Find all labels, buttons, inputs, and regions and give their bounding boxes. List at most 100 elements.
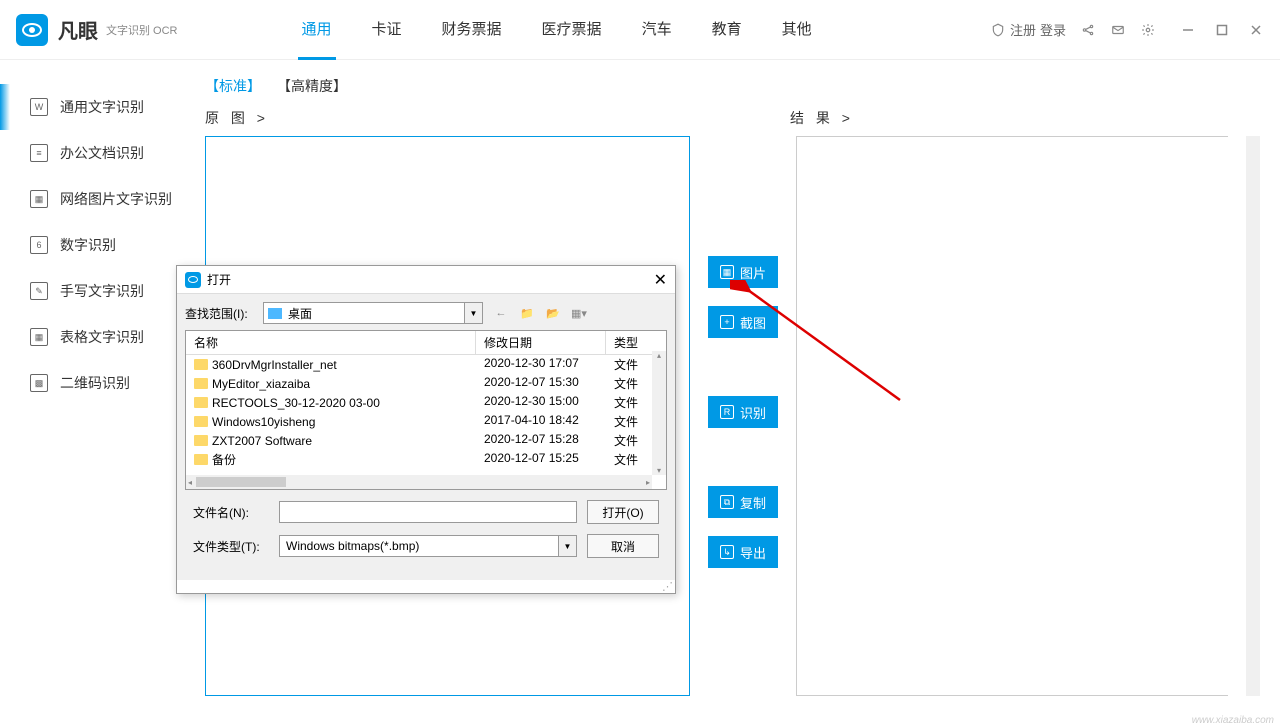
dialog-app-icon: [185, 272, 201, 288]
chevron-down-icon[interactable]: ▼: [558, 536, 576, 556]
app-subtitle: 文字识别 OCR: [106, 22, 178, 38]
file-list-hscroll[interactable]: ◂▸: [186, 475, 652, 489]
sidebar-label: 网络图片文字识别: [60, 189, 172, 209]
file-date: 2020-12-30 15:00: [476, 394, 606, 411]
file-list-vscroll[interactable]: ▴▾: [652, 351, 666, 475]
action-column: ▦图片 +截图 R识别 ⧉复制 ↳ 导出: [708, 136, 778, 696]
action-copy-button[interactable]: ⧉复制: [708, 486, 778, 518]
sidebar-item-office-doc[interactable]: ≡办公文档识别: [0, 130, 185, 176]
dialog-tools: ← 📁 📂 ▦▾: [491, 303, 589, 323]
shield-icon: [990, 22, 1006, 38]
action-export-button[interactable]: ↳ 导出: [708, 536, 778, 568]
register-text: 注册: [1010, 20, 1036, 39]
nav-card[interactable]: 卡证: [368, 0, 406, 60]
view-menu-button[interactable]: ▦▾: [569, 303, 589, 323]
file-type-row: 文件类型(T): Windows bitmaps(*.bmp) ▼ 取消: [193, 534, 659, 558]
file-row[interactable]: ZXT2007 Software2020-12-07 15:28文件: [186, 431, 666, 450]
result-scrollbar[interactable]: [1246, 136, 1260, 696]
file-name-input[interactable]: [279, 501, 577, 523]
hscroll-thumb[interactable]: [196, 477, 286, 487]
folder-icon: [194, 454, 208, 465]
up-folder-button[interactable]: 📁: [517, 303, 537, 323]
watermark: www.xiazaiba.com: [1192, 715, 1274, 726]
file-name: MyEditor_xiazaiba: [212, 377, 310, 391]
dialog-close-button[interactable]: ✕: [654, 270, 667, 290]
maximize-button[interactable]: [1214, 22, 1230, 38]
file-name: Windows10yisheng: [212, 415, 315, 429]
nav-finance[interactable]: 财务票据: [438, 0, 506, 60]
mail-icon[interactable]: [1110, 22, 1126, 38]
btn-label: 图片: [740, 263, 766, 282]
btn-label: 导出: [740, 543, 766, 562]
sidebar-label: 手写文字识别: [60, 281, 144, 301]
file-row[interactable]: RECTOOLS_30-12-2020 03-00 2020-12-30 15:0…: [186, 393, 666, 412]
file-row[interactable]: 备份2020-12-07 15:25文件: [186, 450, 666, 469]
file-date: 2020-12-07 15:28: [476, 432, 606, 449]
file-date: 2017-04-10 18:42: [476, 413, 606, 430]
title-bar: 凡眼 文字识别 OCR 通用 卡证 财务票据 医疗票据 汽车 教育 其他 注册 …: [0, 0, 1280, 60]
file-row[interactable]: 360DrvMgrInstaller_net2020-12-30 17:07文件: [186, 355, 666, 374]
file-name: ZXT2007 Software: [212, 434, 312, 448]
open-dialog: 打开 ✕ 查找范围(I): 桌面 ▼ ← 📁 📂 ▦▾ 名称 修改日期 类型: [176, 265, 676, 594]
nav-medical[interactable]: 医疗票据: [538, 0, 606, 60]
sidebar-item-table[interactable]: ▦表格文字识别: [0, 314, 185, 360]
copy-icon: ⧉: [720, 495, 734, 509]
file-type-combo[interactable]: Windows bitmaps(*.bmp) ▼: [279, 535, 577, 557]
btn-label: 截图: [740, 313, 766, 332]
dialog-bottom: 文件名(N): 打开(O) 文件类型(T): Windows bitmaps(*…: [185, 490, 667, 572]
open-dialog-titlebar[interactable]: 打开 ✕: [177, 266, 675, 294]
action-image-button[interactable]: ▦图片: [708, 256, 778, 288]
open-button[interactable]: 打开(O): [587, 500, 659, 524]
file-name-row: 文件名(N): 打开(O): [193, 500, 659, 524]
file-date: 2020-12-07 15:25: [476, 451, 606, 468]
image-icon: ▦: [30, 190, 48, 208]
mode-tab-high-precision[interactable]: 【高精度】: [277, 76, 347, 96]
folder-icon: [194, 397, 208, 408]
file-name: RECTOOLS_30-12-2020 03-00: [212, 396, 380, 410]
export-icon: ↳: [720, 545, 734, 559]
action-screenshot-button[interactable]: +截图: [708, 306, 778, 338]
doc-w-icon: W: [30, 98, 48, 116]
cancel-button[interactable]: 取消: [587, 534, 659, 558]
chevron-down-icon[interactable]: ▼: [464, 303, 482, 323]
sidebar-label: 二维码识别: [60, 373, 130, 393]
panel-labels: 原 图 > 结 果 >: [205, 108, 1260, 128]
close-button[interactable]: [1248, 22, 1264, 38]
sidebar-label: 办公文档识别: [60, 143, 144, 163]
resize-grip-icon[interactable]: ⋰: [177, 580, 675, 593]
app-name: 凡眼: [58, 15, 98, 44]
col-date[interactable]: 修改日期: [476, 331, 606, 354]
folder-icon: [194, 378, 208, 389]
dialog-body: 查找范围(I): 桌面 ▼ ← 📁 📂 ▦▾ 名称 修改日期 类型 360Drv…: [177, 294, 675, 580]
register-login[interactable]: 注册 登录: [990, 20, 1066, 39]
back-button[interactable]: ←: [491, 303, 511, 323]
col-name[interactable]: 名称: [186, 331, 476, 354]
look-in-row: 查找范围(I): 桌面 ▼ ← 📁 📂 ▦▾: [185, 302, 667, 324]
gear-icon[interactable]: [1140, 22, 1156, 38]
sidebar-item-web-image[interactable]: ▦ 网络图片文字识别: [0, 176, 185, 222]
nav-general[interactable]: 通用: [298, 0, 336, 60]
mode-tab-standard[interactable]: 【标准】: [205, 76, 261, 96]
title-right: 注册 登录: [990, 20, 1264, 39]
sidebar-item-general-text[interactable]: W通用文字识别: [0, 84, 185, 130]
look-in-combo[interactable]: 桌面 ▼: [263, 302, 483, 324]
orig-label: 原 图 >: [205, 108, 690, 128]
sidebar-item-qrcode[interactable]: ▩二维码识别: [0, 360, 185, 406]
sidebar-item-number[interactable]: 6数字识别: [0, 222, 185, 268]
file-list-header[interactable]: 名称 修改日期 类型: [186, 331, 666, 355]
minimize-button[interactable]: [1180, 22, 1196, 38]
folder-icon: [194, 359, 208, 370]
new-folder-button[interactable]: 📂: [543, 303, 563, 323]
eye-icon: [22, 23, 42, 37]
nav-car[interactable]: 汽车: [638, 0, 676, 60]
action-recognize-button[interactable]: R识别: [708, 396, 778, 428]
nav-other[interactable]: 其他: [778, 0, 816, 60]
sidebar-item-handwriting[interactable]: ✎手写文字识别: [0, 268, 185, 314]
file-row[interactable]: MyEditor_xiazaiba2020-12-07 15:30文件: [186, 374, 666, 393]
window-controls: [1180, 22, 1264, 38]
nav-education[interactable]: 教育: [708, 0, 746, 60]
file-list[interactable]: 名称 修改日期 类型 360DrvMgrInstaller_net2020-12…: [185, 330, 667, 490]
share-icon[interactable]: [1080, 22, 1096, 38]
file-row[interactable]: Windows10yisheng2017-04-10 18:42文件: [186, 412, 666, 431]
recognize-icon: R: [720, 405, 734, 419]
